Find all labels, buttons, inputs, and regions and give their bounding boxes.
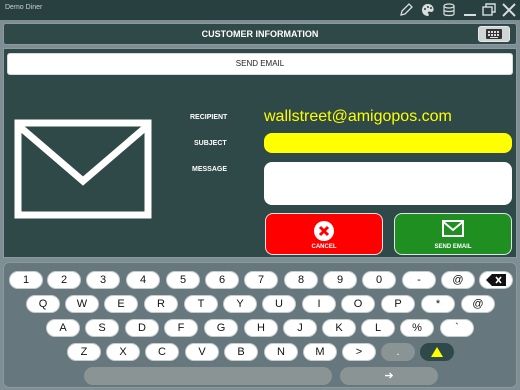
key-p[interactable]: P [381,295,415,313]
restore-icon[interactable] [481,2,497,18]
key-s[interactable]: S [85,319,119,337]
key-6[interactable]: 6 [205,271,239,289]
key-h[interactable]: H [244,319,278,337]
key-8[interactable]: 8 [284,271,318,289]
message-field[interactable] [264,162,512,205]
key-j[interactable]: J [283,319,317,337]
key-m[interactable]: M [303,343,337,361]
subject-field[interactable] [264,133,512,153]
shift-icon [431,347,443,357]
header-bar: CUSTOMER INFORMATION [3,23,517,45]
cancel-button[interactable]: CANCEL [265,213,383,255]
keyboard-toggle-button[interactable] [478,26,510,42]
key-backtick[interactable]: ` [440,319,474,337]
key-d[interactable]: D [125,319,159,337]
pencil-icon[interactable] [398,2,414,18]
cancel-label: CANCEL [311,244,337,250]
key-t[interactable]: T [184,295,218,313]
minimize-icon[interactable] [462,2,478,18]
title-bar: Demo Diner [0,0,520,20]
send-email-label: SEND EMAIL [434,244,472,250]
key-at[interactable]: @ [461,295,495,313]
key-9[interactable]: 9 [323,271,357,289]
key-3[interactable]: 3 [86,271,120,289]
database-icon[interactable] [441,2,457,18]
key-o[interactable]: O [341,295,375,313]
space-key[interactable] [84,367,332,385]
key-r[interactable]: R [144,295,178,313]
key-q[interactable]: Q [26,295,60,313]
key-n[interactable]: N [264,343,298,361]
recipient-value: wallstreet@amigopos.com [264,108,452,125]
email-panel: SEND EMAIL RECIPIENT wallstreet@amigopos… [3,48,517,258]
key-e[interactable]: E [104,295,138,313]
key-percent[interactable]: % [400,319,434,337]
page-title: CUSTOMER INFORMATION [201,29,319,39]
send-email-button[interactable]: SEND EMAIL [394,213,512,255]
key-hyphen[interactable]: - [402,271,436,289]
key-u[interactable]: U [262,295,296,313]
key-period[interactable]: . [381,343,415,361]
key-c[interactable]: C [145,343,179,361]
close-icon[interactable] [501,2,517,18]
shift-key[interactable] [420,343,454,361]
envelope-icon [14,119,152,219]
key-asterisk[interactable]: * [421,295,455,313]
key-0[interactable]: 0 [362,271,396,289]
subject-label: SUBJECT [194,140,227,147]
key-5[interactable]: 5 [166,271,200,289]
backspace-icon [486,274,506,286]
cancel-x-icon [314,221,334,241]
enter-key[interactable]: ➔ [340,367,438,385]
palette-icon[interactable] [420,2,436,18]
key-k[interactable]: K [322,319,356,337]
key-a[interactable]: A [46,319,80,337]
key-7[interactable]: 7 [244,271,278,289]
key-2[interactable]: 2 [47,271,81,289]
key-v[interactable]: V [185,343,219,361]
key-at-top[interactable]: @ [441,271,475,289]
key-w[interactable]: W [65,295,99,313]
key-f[interactable]: F [164,319,198,337]
key-4[interactable]: 4 [126,271,160,289]
key-1[interactable]: 1 [9,271,43,289]
app-title: Demo Diner [5,4,43,11]
send-email-heading: SEND EMAIL [7,53,513,75]
key-z[interactable]: Z [67,343,101,361]
message-label: MESSAGE [192,166,228,173]
key-i[interactable]: I [302,295,336,313]
on-screen-keyboard: 1 2 3 4 5 6 7 8 9 0 - @ Q W E R T Y U I … [3,262,517,388]
backspace-key[interactable] [479,271,513,289]
keyboard-icon [486,29,502,39]
key-g[interactable]: G [204,319,238,337]
key-y[interactable]: Y [223,295,257,313]
key-x[interactable]: X [106,343,140,361]
key-b[interactable]: B [224,343,258,361]
send-envelope-icon [442,220,464,237]
key-greater-than[interactable]: > [342,343,376,361]
key-l[interactable]: L [361,319,395,337]
recipient-label: RECIPIENT [190,114,228,121]
